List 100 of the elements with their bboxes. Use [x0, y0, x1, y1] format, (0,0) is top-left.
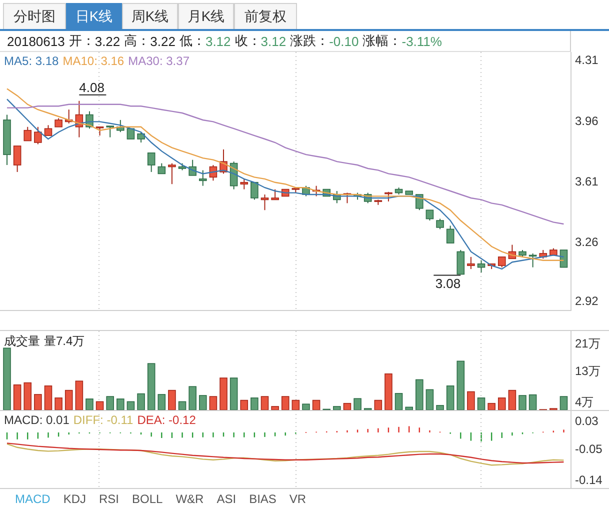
candlestick: [394, 187, 403, 195]
legend-item: MA5: 3.18: [4, 54, 59, 68]
volume-bar: [343, 402, 352, 410]
candlestick: [168, 162, 176, 185]
volume-bar: [178, 401, 186, 410]
indicator-tab[interactable]: RSI: [94, 492, 124, 506]
volume-bar: [374, 400, 382, 410]
candlestick: [343, 192, 352, 204]
quote-label: 收：: [234, 32, 261, 50]
candlestick: [560, 249, 568, 268]
candlestick: [75, 100, 84, 138]
candlestick: [292, 187, 300, 194]
candlestick: [188, 159, 196, 176]
candlestick: [364, 192, 372, 204]
volume-bar: [384, 373, 392, 410]
volume-bar: [333, 406, 341, 410]
volume-bar: [354, 398, 362, 410]
candlestick: [126, 128, 135, 140]
volume-bar: [116, 398, 124, 410]
quote-value: -0.10: [329, 34, 359, 48]
indicator-tab[interactable]: ASI: [212, 492, 242, 506]
candlestick: [54, 118, 62, 128]
candlestick: [426, 210, 434, 221]
volume-bar: [126, 401, 135, 410]
period-tab[interactable]: 日K线: [66, 3, 122, 29]
volume-bar: [446, 385, 454, 410]
candlestick: [250, 182, 258, 200]
candlestick: [44, 124, 52, 136]
period-tab[interactable]: 前复权: [234, 3, 297, 29]
volume-bar: [34, 394, 42, 410]
volume-bar: [281, 396, 290, 410]
legend-item: MA30: 3.37: [128, 54, 190, 68]
candlestick: [230, 161, 238, 190]
volume-bar: [271, 406, 279, 410]
legend-item: MACD: 0.01: [4, 413, 70, 427]
candlestick: [302, 185, 310, 197]
period-tab[interactable]: 分时图: [3, 3, 66, 29]
volume-bar: [488, 402, 496, 410]
candlestick: [220, 148, 228, 174]
axis-label: 3.96: [575, 114, 598, 128]
candlestick: [436, 218, 444, 230]
candlestick: [209, 164, 218, 182]
quote-value: 3.12: [205, 34, 231, 48]
volume-label: 成交量: [4, 333, 40, 350]
candlestick: [96, 126, 104, 136]
indicator-tab[interactable]: BIAS: [244, 492, 282, 506]
volume-bar: [477, 397, 486, 410]
volume-bar: [302, 404, 310, 410]
indicator-tab[interactable]: VR: [284, 492, 312, 506]
candlestick: [158, 162, 166, 174]
candlestick: [86, 110, 94, 130]
candlestick: [528, 252, 537, 268]
candlestick: [178, 162, 186, 171]
legend-item: MA10: 3.16: [62, 54, 124, 68]
candlestick: [64, 109, 73, 124]
volume-bar: [240, 400, 248, 410]
volume-bar: [250, 397, 258, 410]
indicator-tab[interactable]: BOLL: [127, 492, 168, 506]
volume-bar: [147, 363, 156, 410]
quote-value: 3.22: [150, 34, 176, 48]
candlestick: [147, 152, 156, 172]
candlestick: [384, 191, 392, 202]
volume-bar: [168, 390, 176, 410]
period-tab[interactable]: 周K线: [122, 3, 178, 29]
volume-bar: [426, 389, 434, 410]
period-tab[interactable]: 月K线: [178, 3, 234, 29]
candlestick: [498, 256, 506, 268]
axis-label: 0.03: [575, 414, 598, 428]
volume-bar: [560, 396, 568, 410]
candlestick: [333, 190, 341, 204]
axis-label: -0.05: [575, 442, 602, 456]
quote-label: 低：: [179, 32, 206, 50]
volume-bar: [86, 398, 94, 410]
legend-item: DIFF: -0.11: [73, 413, 134, 427]
volume-bar: [54, 397, 62, 410]
quote-value: 3.12: [260, 34, 286, 48]
axis-label: 13万: [575, 364, 600, 378]
volume-bar: [188, 386, 196, 410]
volume-bar: [13, 384, 22, 410]
volume-bar: [394, 393, 403, 410]
indicator-tab[interactable]: W&R: [170, 492, 209, 506]
axis-label: 3.26: [575, 235, 598, 250]
candlestick: [24, 126, 32, 142]
candlestick: [3, 114, 11, 166]
volume-bar: [518, 395, 526, 410]
volume-bar: [24, 382, 32, 410]
volume-bar: [198, 395, 207, 410]
candlestick: [34, 126, 42, 145]
quote-value: 3.22: [94, 34, 120, 48]
quote-value: -3.11%: [402, 34, 442, 48]
candlestick: [539, 249, 548, 260]
volume-bar: [312, 400, 320, 410]
volume-bar: [158, 394, 166, 410]
candlestick: [312, 185, 320, 197]
indicator-tab[interactable]: KDJ: [58, 492, 92, 506]
axis-label: 2.92: [575, 294, 598, 308]
candlestick: [240, 178, 248, 190]
volume-bar: [230, 378, 238, 410]
volume-bar: [498, 397, 506, 410]
candlestick: [271, 188, 279, 200]
